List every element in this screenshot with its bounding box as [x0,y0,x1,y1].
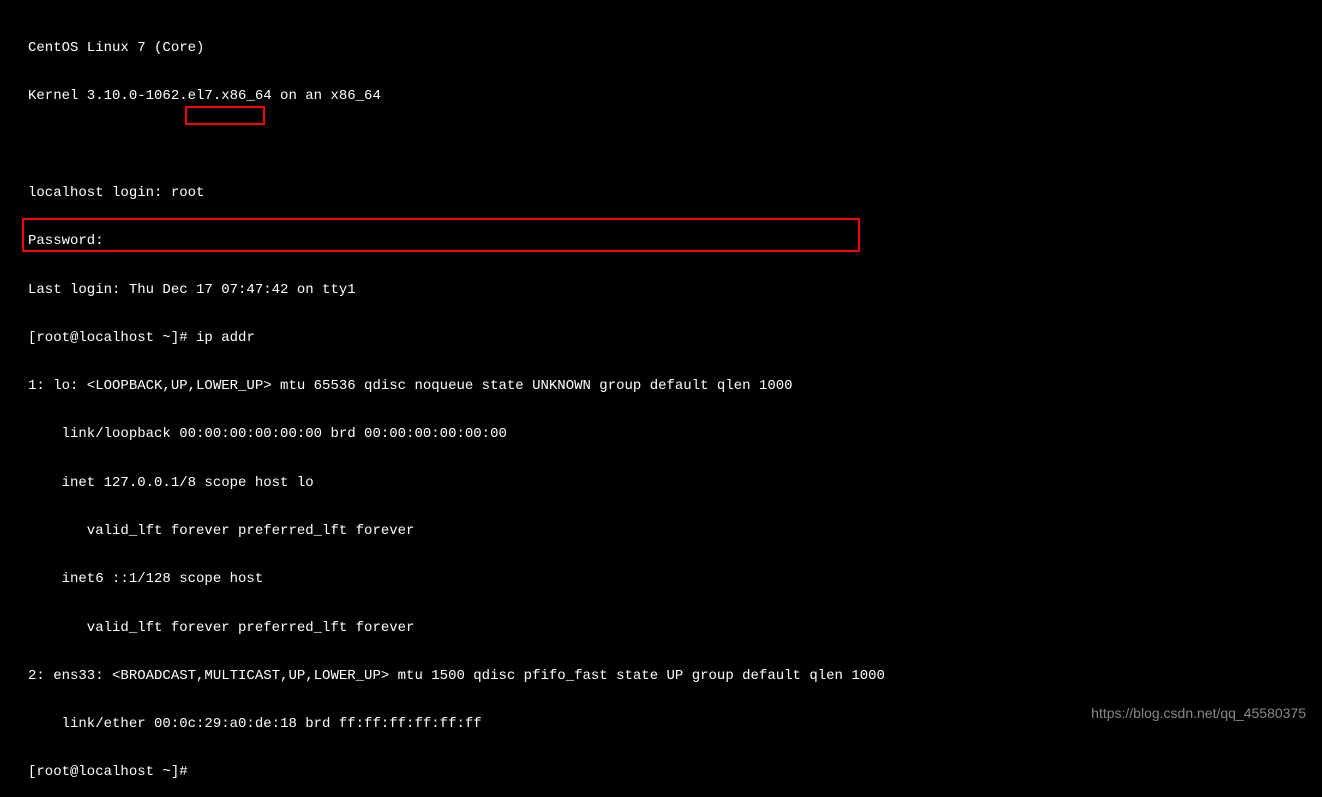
interface-lo-inet: inet 127.0.0.1/8 scope host lo [28,475,1294,491]
kernel-info-line: Kernel 3.10.0-1062.el7.x86_64 on an x86_… [28,88,1294,104]
shell-prompt: [root@localhost ~]# [28,330,196,346]
login-prompt-line: localhost login: root [28,185,1294,201]
password-prompt-line: Password: [28,233,1294,249]
interface-ens33-header: 2: ens33: <BROADCAST,MULTICAST,UP,LOWER_… [28,668,1294,684]
interface-lo-valid1: valid_lft forever preferred_lft forever [28,523,1294,539]
interface-lo-header: 1: lo: <LOOPBACK,UP,LOWER_UP> mtu 65536 … [28,378,1294,394]
terminal-output[interactable]: CentOS Linux 7 (Core) Kernel 3.10.0-1062… [28,8,1294,797]
interface-lo-valid2: valid_lft forever preferred_lft forever [28,620,1294,636]
os-info-line: CentOS Linux 7 (Core) [28,40,1294,56]
interface-lo-link: link/loopback 00:00:00:00:00:00 brd 00:0… [28,426,1294,442]
interface-lo-inet6: inet6 ::1/128 scope host [28,571,1294,587]
last-login-line: Last login: Thu Dec 17 07:47:42 on tty1 [28,282,1294,298]
command-prompt-line-1: [root@localhost ~]# ip addr [28,330,1294,346]
blank-line [28,137,1294,153]
watermark-text: https://blog.csdn.net/qq_45580375 [1091,705,1306,721]
command-ip-addr: ip addr [196,330,255,346]
command-prompt-line-2[interactable]: [root@localhost ~]# [28,764,1294,780]
